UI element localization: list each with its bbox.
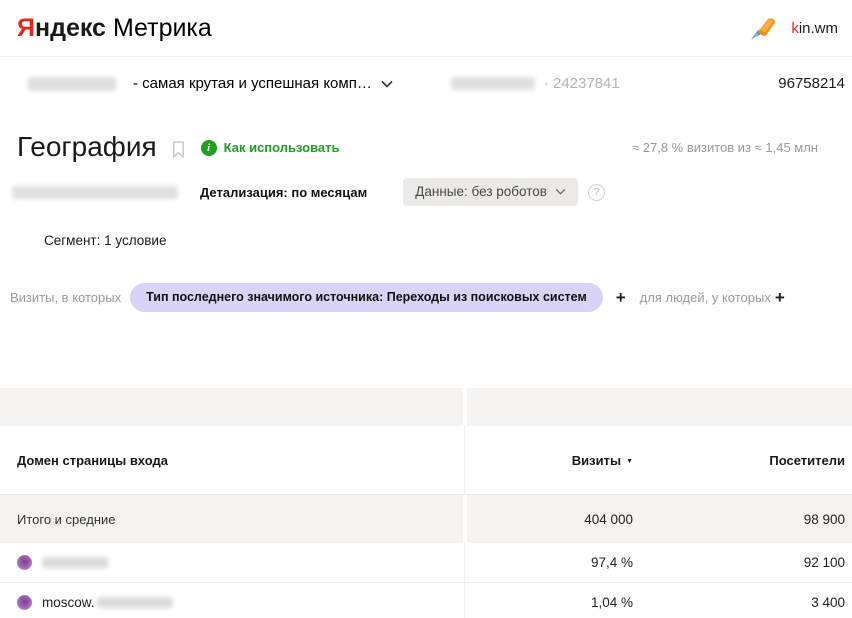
segment-summary[interactable]: Сегмент: 1 условие (0, 233, 852, 248)
totals-label: Итого и средние (0, 495, 463, 543)
how-to-use-link[interactable]: Как использовать (224, 140, 340, 155)
table-row: 97,4 % 92 100 (0, 543, 852, 582)
column-header-visitors[interactable]: Посетители (633, 453, 852, 468)
redacted-date-range[interactable] (12, 186, 178, 199)
sort-desc-icon: ▼ (626, 458, 633, 465)
redacted-domain (42, 557, 108, 568)
counter-id-right: 96758214 (778, 75, 845, 92)
row-visitors: 92 100 (633, 555, 852, 570)
title-row: География i Как использовать ≈ 27,8 % ви… (0, 131, 852, 163)
detalization-control[interactable]: Детализация: по месяцам (200, 185, 367, 200)
site-favicon (17, 555, 32, 570)
row-visits: 1,04 % (467, 595, 633, 610)
totals-visitors: 98 900 (633, 512, 852, 527)
username: kin.wm (791, 20, 838, 37)
counter-selector[interactable]: - самая крутая и успешная комп… (28, 75, 393, 92)
data-filter-label: Данные: без роботов (415, 184, 547, 199)
counter-id: · 24237841 (544, 75, 620, 92)
logo-metrika: Метрика (113, 14, 212, 43)
segment-builder-row: Визиты, в которых Тип последнего значимо… (0, 283, 852, 312)
segment-condition-chip[interactable]: Тип последнего значимого источника: Пере… (130, 283, 603, 312)
top-header: Яндекс Метрика kin.wm (0, 0, 852, 57)
data-filter-button[interactable]: Данные: без роботов (403, 178, 578, 206)
domain-link[interactable] (42, 557, 108, 568)
add-visit-condition-button[interactable]: + (612, 288, 630, 308)
bookmark-icon[interactable] (171, 140, 186, 159)
row-visits: 97,4 % (467, 555, 633, 570)
sample-note: ≈ 27,8 % визитов из ≈ 1,45 млн (632, 140, 818, 155)
visits-condition-prefix: Визиты, в которых (10, 290, 121, 305)
account-area[interactable]: kin.wm (749, 14, 838, 42)
dimension-header[interactable]: Домен страницы входа (0, 426, 463, 494)
chevron-down-icon (555, 188, 566, 195)
domain-link[interactable]: moscow. (42, 595, 173, 610)
column-header-visits[interactable]: Визиты▼ (467, 453, 633, 468)
row-visitors: 3 400 (633, 595, 852, 610)
people-condition-prefix: для людей, у которых (640, 290, 771, 305)
table-top-band (0, 388, 852, 426)
totals-visits: 404 000 (467, 512, 633, 527)
logo-yandex: Яндекс (17, 14, 106, 43)
counter-bar: - самая крутая и успешная комп… · 242378… (0, 57, 852, 110)
info-icon: i (201, 140, 217, 156)
filters-row: Детализация: по месяцам Данные: без робо… (0, 178, 852, 206)
chevron-down-icon (381, 80, 393, 88)
geography-table: Домен страницы входа Визиты▼ Посетители … (0, 388, 852, 618)
totals-row: Итого и средние 404 000 98 900 (0, 495, 852, 543)
add-people-condition-button[interactable]: + (771, 288, 789, 308)
counter-title: - самая крутая и успешная комп… (133, 75, 372, 92)
page-title: География (17, 131, 157, 163)
redacted-counter-domain (451, 77, 535, 90)
redacted-counter-name (28, 77, 116, 91)
yandex-metrika-logo[interactable]: Яндекс Метрика (17, 14, 212, 43)
pen-icon (749, 14, 779, 42)
redacted-domain (97, 597, 173, 608)
site-favicon (17, 595, 32, 610)
table-row: moscow. 1,04 % 3 400 (0, 582, 852, 618)
help-icon[interactable]: ? (588, 184, 605, 201)
table-header-row: Домен страницы входа Визиты▼ Посетители (0, 426, 852, 495)
